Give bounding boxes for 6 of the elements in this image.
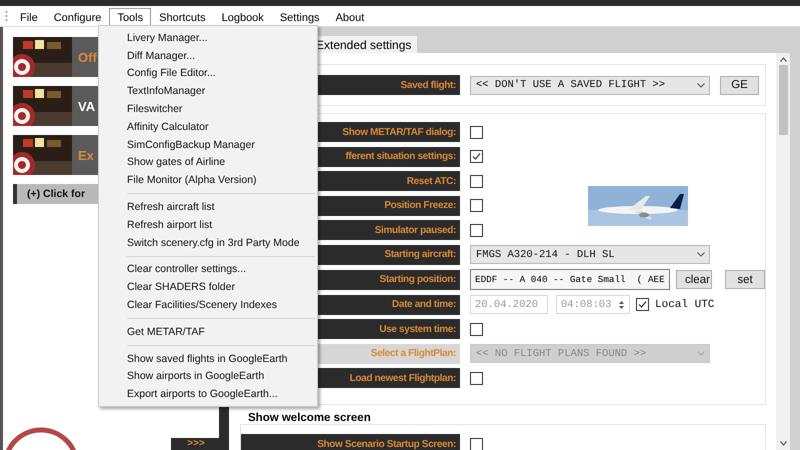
- group-title: Show welcome screen: [246, 412, 373, 424]
- banner-title: Off: [78, 50, 97, 64]
- setting-label: Show Scenario Startup Screen:: [241, 434, 460, 450]
- banner-title: VA: [78, 98, 96, 114]
- banner-title: Ex: [78, 148, 94, 162]
- utc-label: Local UTC: [655, 298, 714, 310]
